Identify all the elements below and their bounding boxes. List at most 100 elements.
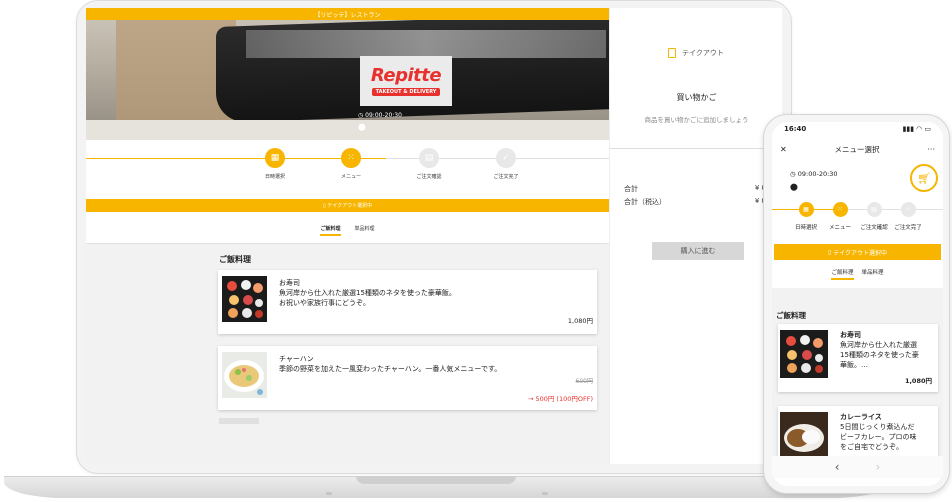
close-icon[interactable]: ✕ <box>780 145 787 154</box>
forward-arrow-icon[interactable]: › <box>876 460 881 474</box>
item-price: 1,080円 <box>567 317 593 325</box>
menu-grid-icon: ⁙ <box>341 148 361 168</box>
item-name: お寿司 <box>840 331 861 339</box>
business-hours: ◷ 09:00-20:30 <box>358 112 402 119</box>
menu-item-card[interactable]: お寿司 魚河岸から仕入れた厳選 15種類のネタを使った豪 華飯。… 1,080円 <box>778 324 938 392</box>
step-menu: ⁙ メニュー <box>321 148 381 180</box>
tab-single-dishes[interactable]: 単品料理 <box>355 222 375 236</box>
desc-line: ビーフカレー。プロの味 <box>840 433 917 441</box>
desc-line: お祝いや家族行事にどうぞ。 <box>279 299 370 307</box>
step-label: ご注文確認 <box>416 174 442 180</box>
category-tabs: ご飯料理 単品料理 <box>86 222 609 244</box>
cart-empty-message: 商品を買い物かごに追加しましょう <box>644 116 749 124</box>
laptop-foot <box>326 492 332 495</box>
curry-rice-image <box>780 412 828 460</box>
menu-item-card[interactable]: チャーハン 季節の野菜を加えた一風変わったチャーハン。一番人気メニューです。 6… <box>218 346 597 410</box>
item-description: 魚河岸から仕入れた厳選 15種類のネタを使った豪 華飯。… <box>840 340 936 370</box>
cart-panel: テイクアウト 買い物かご 商品を買い物かごに追加しましょう 合計 ¥ 0 合計（… <box>609 8 782 464</box>
item-description: 5日間じっくり煮込んだ ビーフカレー。プロの味 をご自宅でどうぞ。 <box>840 422 936 452</box>
takeout-label-text: テイクアウト <box>682 49 724 57</box>
takeout-label: テイクアウト <box>668 48 724 58</box>
takeout-bar-label: テイクアウト選択中 <box>833 249 888 257</box>
menu-item-card[interactable]: お寿司 魚河岸から仕入れた厳選15種類のネタを使った豪華飯。 お祝いや家族行事に… <box>218 270 597 334</box>
phone-header: ✕ メニュー選択 ··· <box>772 140 943 158</box>
bag-icon <box>668 48 676 58</box>
shop-name-strip: 【リピッテ】レストラン <box>86 8 609 20</box>
desc-line: 15種類のネタを使った豪 <box>840 351 919 359</box>
laptop-screen: 【リピッテ】レストラン Repitte TAKEOUT & DELIVERY ◷… <box>86 8 782 464</box>
desc-line: 華飯。… <box>840 361 868 369</box>
page-title: メニュー選択 <box>834 144 880 154</box>
tab-rice-dishes[interactable]: ご飯料理 <box>831 268 854 280</box>
laptop-foot <box>542 492 548 495</box>
status-time: 16:40 <box>784 125 807 133</box>
logo-subtitle: TAKEOUT & DELIVERY <box>371 87 441 96</box>
section-title: ご飯料理 <box>219 255 251 264</box>
hero-table-shape <box>86 120 609 140</box>
location-pin-icon: ⬤ <box>358 123 366 131</box>
category-tabs: ご飯料理 単品料理 <box>772 268 943 284</box>
laptop-notch <box>356 476 516 484</box>
shop-logo: Repitte TAKEOUT & DELIVERY <box>360 56 452 106</box>
document-icon: ▤ <box>419 148 439 168</box>
desc-line: 魚河岸から仕入れた厳選15種類のネタを使った豪華飯。 <box>279 289 456 297</box>
hours-text: 09:00-20:30 <box>365 112 402 119</box>
desc-line: をご自宅でどうぞ。 <box>840 443 903 451</box>
item-original-price: 600円 <box>575 378 593 385</box>
section-title: ご飯料理 <box>776 311 806 320</box>
step-complete: ✓ ご注文完了 <box>476 148 536 180</box>
progress-steps: ▦ 日時選択 ⁙ メニュー ▤ ご注文確認 ✓ ご注文完了 <box>86 148 609 184</box>
checkout-button[interactable]: 購入に進む <box>652 242 744 260</box>
item-name: カレーライス <box>840 413 882 421</box>
takeout-selected-bar[interactable]: ▯ テイクアウト選択中 <box>86 199 609 212</box>
item-price: 1,080円 <box>904 377 932 385</box>
check-icon: ✓ <box>900 202 916 217</box>
hero-image: Repitte TAKEOUT & DELIVERY ◷ 09:00-20:30… <box>86 20 609 140</box>
subtotal-row: 合計 ¥ 0 <box>624 184 766 194</box>
sushi-image <box>780 330 828 378</box>
progress-steps: ▦ 日時選択 ⁙ メニュー ▤ ご注文確認 ✓ ご注文完了 <box>772 202 943 236</box>
browser-nav-bar: ‹ › <box>772 456 943 478</box>
desc-line: 魚河岸から仕入れた厳選 <box>840 341 917 349</box>
tab-rice-dishes[interactable]: ご飯料理 <box>320 222 341 236</box>
total-row: 合計（税込） ¥ 0 <box>624 197 766 207</box>
more-icon[interactable]: ··· <box>927 145 935 154</box>
cart-icon[interactable]: 🛒︎ <box>910 164 938 192</box>
status-bar: 16:40 ▮▮▮ ◠ ▭ <box>772 122 943 136</box>
calendar-icon: ▦ <box>265 148 285 168</box>
clock-icon: ◷ <box>358 112 364 119</box>
cart-divider <box>610 148 782 149</box>
cart-title: 買い物かご <box>676 93 717 102</box>
next-section-title-placeholder <box>219 418 259 424</box>
step-complete: ✓ ご注文完了 <box>887 202 929 231</box>
business-hours: ◷ 09:00-20:30 <box>790 170 838 178</box>
menu-grid-icon: ⁙ <box>832 202 848 217</box>
sushi-image <box>222 276 267 322</box>
menu-page: 【リピッテ】レストラン Repitte TAKEOUT & DELIVERY ◷… <box>86 8 609 464</box>
item-name: お寿司 <box>279 279 300 287</box>
step-label: ご注文完了 <box>894 225 922 231</box>
takeout-bar-label: テイクアウト選択中 <box>327 203 373 209</box>
item-name: チャーハン <box>279 355 314 363</box>
desc-line: 季節の野菜を加えた一風変わったチャーハン。一番人気メニューです。 <box>279 365 502 373</box>
clock-icon: ◷ <box>790 170 796 178</box>
logo-text: Repitte <box>370 64 442 86</box>
subtotal-label: 合計 <box>624 185 638 193</box>
hours-text: 09:00-20:30 <box>797 170 838 178</box>
phone-screen: 16:40 ▮▮▮ ◠ ▭ ✕ メニュー選択 ··· ◷ 09:00-20:30… <box>772 122 943 486</box>
calendar-icon: ▦ <box>798 202 814 217</box>
step-label: ご注文完了 <box>493 174 519 180</box>
back-arrow-icon[interactable]: ‹ <box>835 460 840 474</box>
step-label: 日時選択 <box>264 174 285 180</box>
takeout-selected-bar[interactable]: ▯ テイクアウト選択中 <box>774 244 941 260</box>
signal-wifi-battery-icon: ▮▮▮ ◠ ▭ <box>902 125 931 133</box>
check-icon: ✓ <box>496 148 516 168</box>
step-label: メニュー <box>340 174 361 180</box>
desc-line: 5日間じっくり煮込んだ <box>840 423 915 431</box>
tab-single-dishes[interactable]: 単品料理 <box>862 268 884 280</box>
device-mockup: 【リピッテ】レストラン Repitte TAKEOUT & DELIVERY ◷… <box>0 0 952 502</box>
step-date: ▦ 日時選択 <box>245 148 305 180</box>
total-label: 合計（税込） <box>624 198 666 206</box>
item-description: 魚河岸から仕入れた厳選15種類のネタを使った豪華飯。 お祝いや家族行事にどうぞ。 <box>279 288 579 308</box>
item-description: 季節の野菜を加えた一風変わったチャーハン。一番人気メニューです。 <box>279 364 589 374</box>
